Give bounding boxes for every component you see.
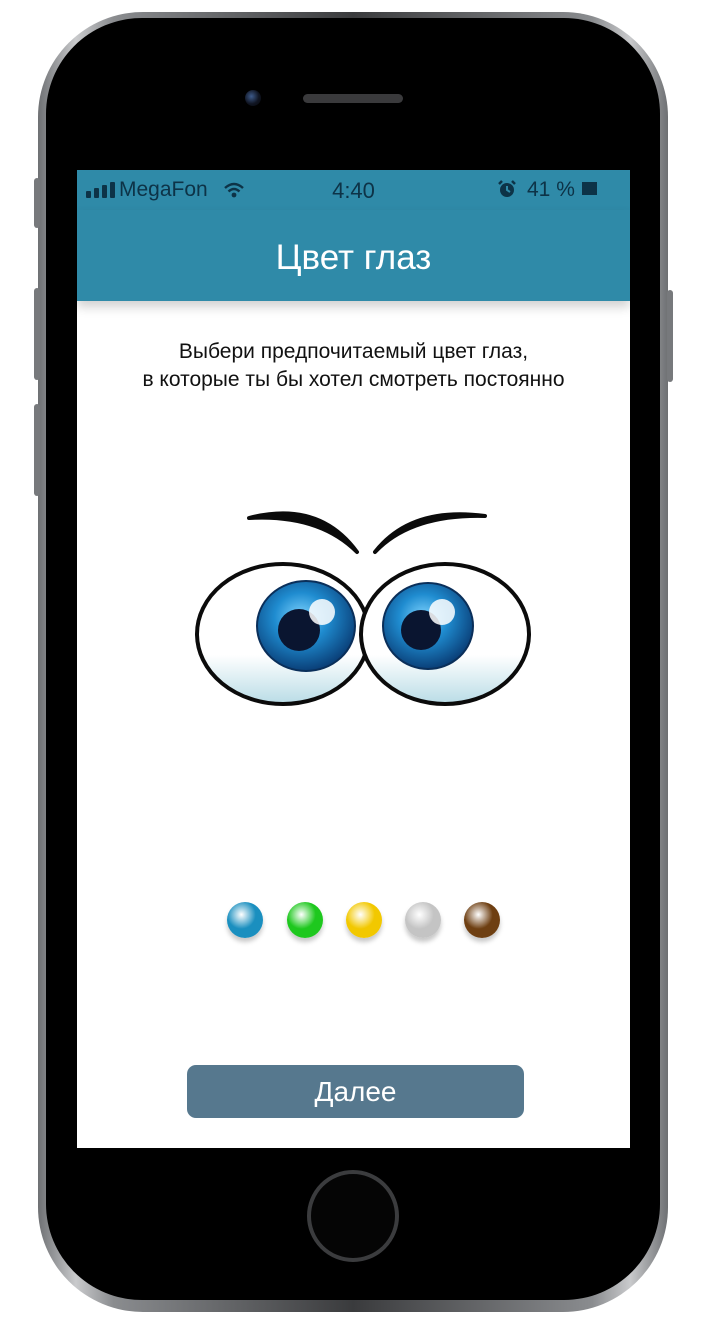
eyes-illustration bbox=[195, 511, 531, 706]
mute-switch bbox=[34, 178, 40, 228]
app-header: Цвет глаз bbox=[77, 210, 630, 301]
power-button bbox=[667, 290, 673, 382]
home-button[interactable] bbox=[307, 1170, 399, 1262]
battery-icon bbox=[582, 182, 597, 195]
eye-color-picker bbox=[227, 902, 507, 942]
next-button[interactable]: Далее bbox=[187, 1065, 524, 1118]
left-eyebrow bbox=[247, 511, 359, 554]
color-swatch-gray[interactable] bbox=[405, 902, 441, 938]
right-eyebrow bbox=[373, 512, 487, 554]
color-swatch-green[interactable] bbox=[287, 902, 323, 938]
earpiece-speaker bbox=[303, 94, 403, 103]
color-swatch-brown[interactable] bbox=[464, 902, 500, 938]
front-camera bbox=[245, 90, 261, 106]
status-bar: MegaFon 4:40 41 % bbox=[77, 170, 630, 210]
instruction-line-2: в которые ты бы хотел смотреть постоянно bbox=[142, 368, 565, 391]
color-swatch-blue[interactable] bbox=[227, 902, 263, 938]
volume-down-button bbox=[34, 404, 40, 496]
page-title: Цвет глаз bbox=[275, 238, 432, 277]
app-screen: MegaFon 4:40 41 % Цвет глаз Выбери предп… bbox=[77, 170, 630, 1148]
left-highlight bbox=[309, 599, 335, 625]
volume-up-button bbox=[34, 288, 40, 380]
color-swatch-yellow[interactable] bbox=[346, 902, 382, 938]
battery-percent: 41 % bbox=[527, 178, 575, 201]
instruction-line-1: Выбери предпочитаемый цвет глаз, bbox=[178, 340, 529, 363]
alarm-icon bbox=[497, 179, 517, 205]
right-highlight bbox=[429, 599, 455, 625]
instruction-text: Выбери предпочитаемый цвет глаз, в котор… bbox=[77, 338, 630, 394]
